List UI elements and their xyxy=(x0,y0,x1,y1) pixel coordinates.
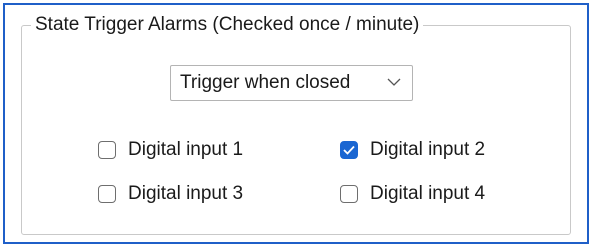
groupbox-title: State Trigger Alarms (Checked once / min… xyxy=(31,12,424,38)
chevron-down-icon xyxy=(386,74,402,90)
checkbox-box[interactable] xyxy=(98,185,116,203)
digital-input-1-checkbox[interactable]: Digital input 1 xyxy=(98,138,243,162)
checkbox-label: Digital input 3 xyxy=(128,183,244,204)
checkbox-label: Digital input 4 xyxy=(370,183,486,204)
checkbox-label: Digital input 2 xyxy=(370,139,486,160)
checkbox-box[interactable] xyxy=(98,141,116,159)
checkbox-label: Digital input 1 xyxy=(128,139,244,160)
digital-input-3-checkbox[interactable]: Digital input 3 xyxy=(98,182,243,206)
checkbox-box[interactable] xyxy=(340,141,358,159)
digital-input-2-checkbox[interactable]: Digital input 2 xyxy=(340,138,485,162)
checkbox-box[interactable] xyxy=(340,185,358,203)
digital-input-4-checkbox[interactable]: Digital input 4 xyxy=(340,182,485,206)
trigger-mode-dropdown[interactable]: Trigger when closed xyxy=(170,65,413,101)
trigger-mode-value: Trigger when closed xyxy=(180,72,351,93)
checkmark-icon xyxy=(343,145,355,155)
